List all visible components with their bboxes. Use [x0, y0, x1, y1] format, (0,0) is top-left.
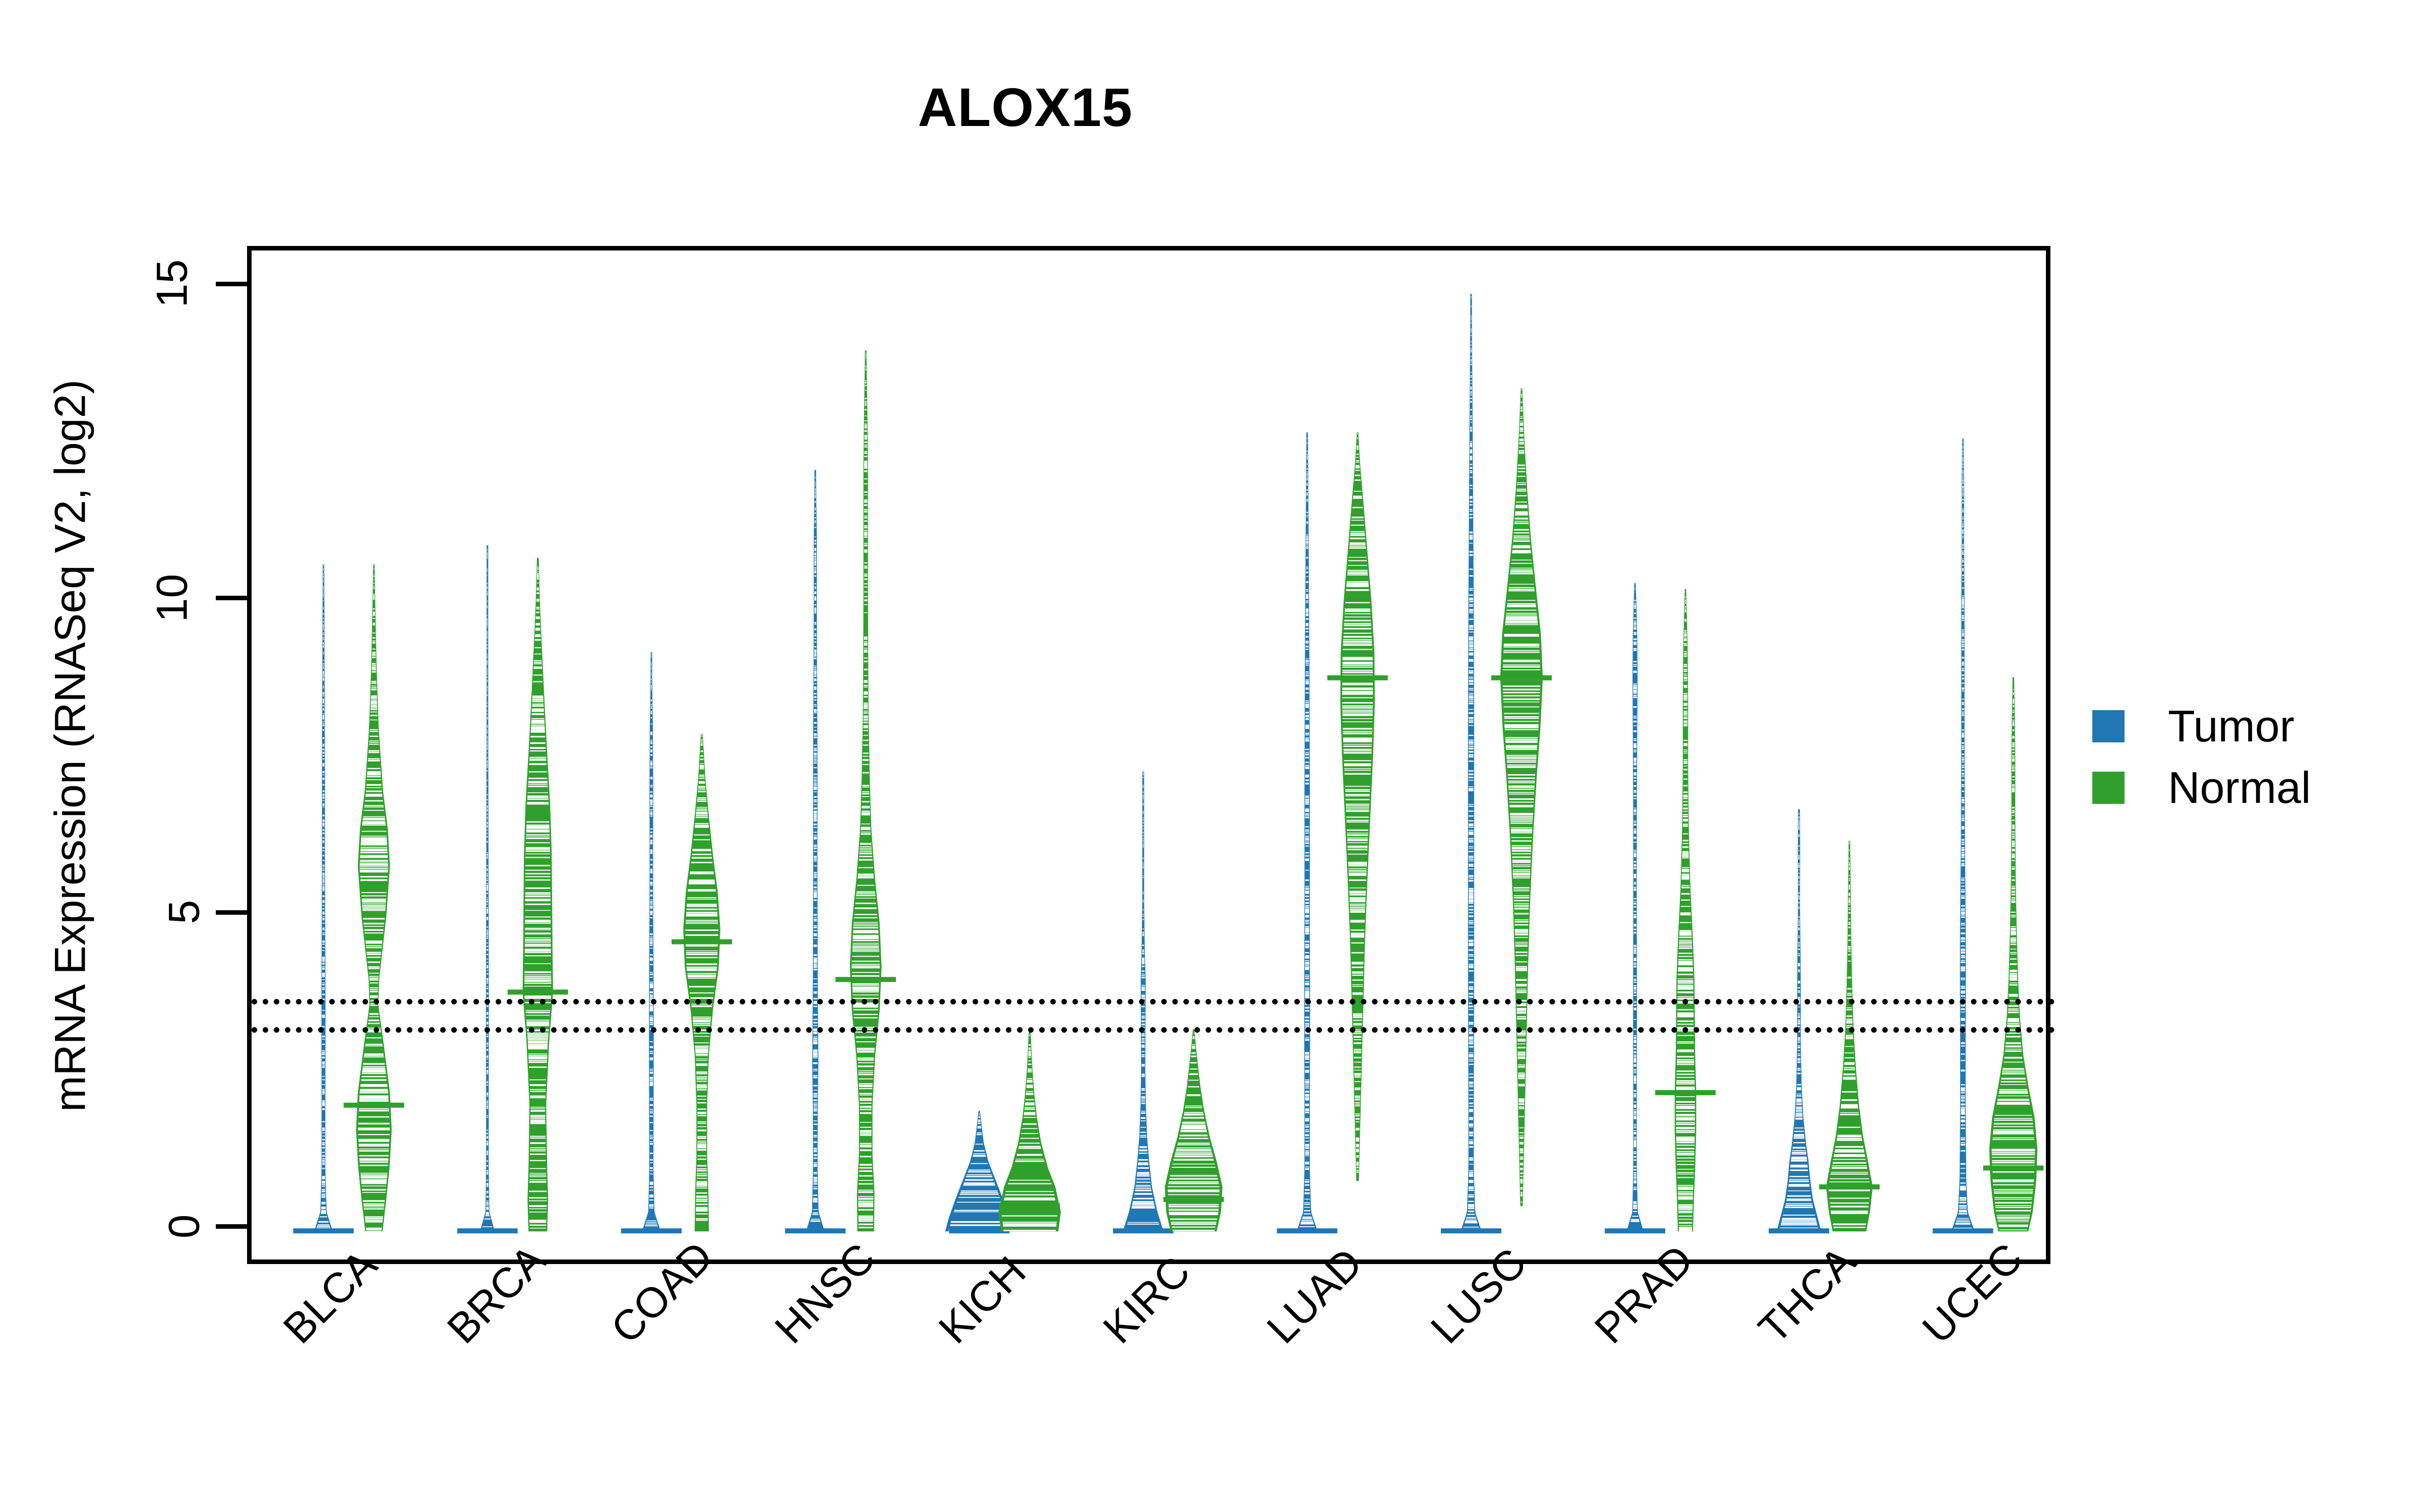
- violin-BLCA-normal-median: [343, 1102, 404, 1108]
- violin-KIRC-tumor-median: [1113, 1228, 1174, 1234]
- chart-root: ALOX15 mRNA Expression (RNASeq V2, log2)…: [0, 0, 2420, 1512]
- violin-HNSC-tumor: [806, 470, 825, 1232]
- violin-KIRC-normal-median: [1163, 1196, 1224, 1202]
- y-tick-label: 5: [160, 900, 209, 924]
- violin-UCEC-normal-median: [1983, 1165, 2044, 1171]
- legend-item-normal: Normal: [2092, 762, 2311, 813]
- violin-LUSC-tumor-median: [1440, 1228, 1501, 1234]
- violin-HNSC-tumor-median: [785, 1228, 846, 1234]
- chart-title: ALOX15: [918, 77, 1133, 138]
- violin-PRAD-normal-median: [1655, 1090, 1716, 1095]
- violin-BLCA-normal: [356, 564, 392, 1232]
- violin-layer: [293, 294, 2044, 1234]
- violin-BRCA-tumor-median: [457, 1228, 518, 1234]
- violin-LUSC-normal: [1500, 388, 1543, 1207]
- violin-KICH-normal-median: [999, 1203, 1060, 1209]
- violin-LUAD-normal-median: [1327, 675, 1388, 680]
- threshold-line-1: [252, 999, 2055, 1005]
- violin-KICH-normal: [998, 1029, 1061, 1232]
- threshold-line-2: [252, 1027, 2055, 1033]
- legend-swatch-normal: [2092, 772, 2125, 804]
- y-tick-mark: [216, 1224, 247, 1229]
- violin-HNSC-normal-median: [835, 977, 896, 982]
- legend-swatch-tumor: [2092, 710, 2125, 742]
- y-axis-label: mRNA Expression (RNASeq V2, log2): [46, 380, 95, 1112]
- violin-THCA-normal-median: [1819, 1184, 1880, 1189]
- violin-BLCA-tumor-median: [293, 1228, 354, 1234]
- y-tick-mark: [216, 910, 247, 915]
- legend-label-tumor: Tumor: [2168, 701, 2294, 751]
- violin-UCEC-tumor-median: [1932, 1228, 1993, 1234]
- violin-PRAD-tumor-median: [1605, 1228, 1665, 1234]
- violin-BRCA-normal-median: [507, 989, 568, 995]
- legend-label-normal: Normal: [2168, 763, 2311, 812]
- plot-area: [247, 246, 2055, 1264]
- violin-COAD-tumor-median: [621, 1228, 682, 1234]
- violin-KICH-tumor-median: [949, 1228, 1010, 1234]
- y-tick-label: 0: [160, 1214, 209, 1239]
- violin-COAD-normal-median: [672, 939, 732, 944]
- y-tick-mark: [216, 596, 247, 601]
- y-tick-label: 15: [148, 259, 197, 308]
- violin-LUAD-tumor-median: [1277, 1228, 1338, 1234]
- violin-THCA-tumor-median: [1769, 1228, 1830, 1234]
- y-tick-mark: [216, 281, 247, 286]
- y-tick-label: 10: [148, 574, 197, 622]
- violin-LUSC-normal-median: [1491, 675, 1552, 680]
- legend-item-tumor: Tumor: [2092, 701, 2294, 752]
